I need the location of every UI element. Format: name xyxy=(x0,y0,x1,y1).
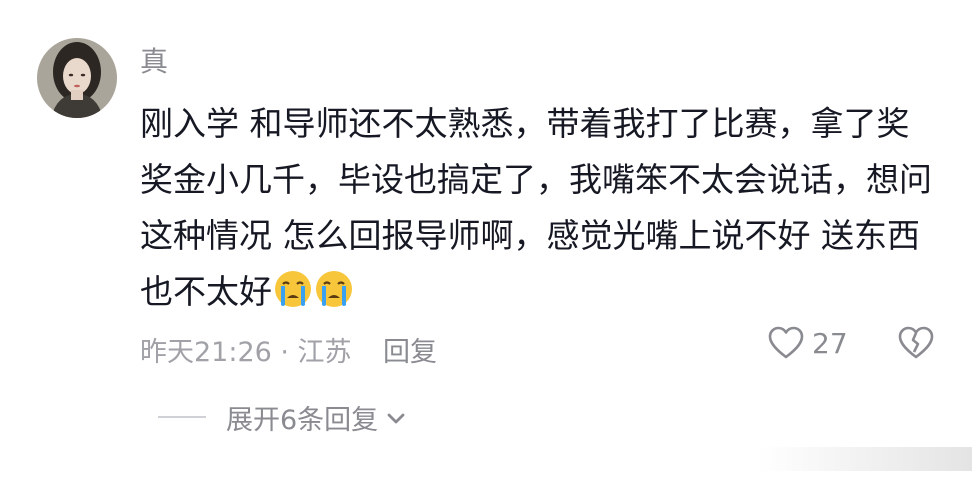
expand-replies-button[interactable]: 展开6条回复 xyxy=(158,397,406,437)
avatar[interactable] xyxy=(37,38,117,118)
expand-replies-label: 展开6条回复 xyxy=(226,404,379,436)
like-button[interactable]: 27 xyxy=(768,326,848,360)
reply-button[interactable]: 回复 xyxy=(383,330,437,369)
heart-outline-icon xyxy=(768,326,804,359)
comment-text: 刚入学 和导师还不太熟悉，带着我打了比赛，拿了奖奖金小几千，毕设也搞定了，我嘴笨… xyxy=(140,96,940,320)
comment-meta: 昨天21:26 · 江苏 回复 27 xyxy=(140,327,940,370)
broken-heart-icon xyxy=(898,326,934,359)
dislike-button[interactable] xyxy=(898,326,934,367)
comment-body: 刚入学 和导师还不太熟悉，带着我打了比赛，拿了奖奖金小几千，毕设也搞定了，我嘴笨… xyxy=(140,104,932,311)
crying-face-icon xyxy=(314,269,354,309)
timestamp-location: 昨天21:26 · 江苏 xyxy=(140,337,352,368)
chevron-down-icon xyxy=(386,402,406,433)
crying-face-icon xyxy=(273,269,313,309)
avatar-image xyxy=(37,38,117,118)
like-count: 27 xyxy=(812,326,848,360)
watermark-bar xyxy=(758,447,972,471)
divider-line xyxy=(158,416,206,418)
username[interactable]: 真 xyxy=(140,40,168,80)
